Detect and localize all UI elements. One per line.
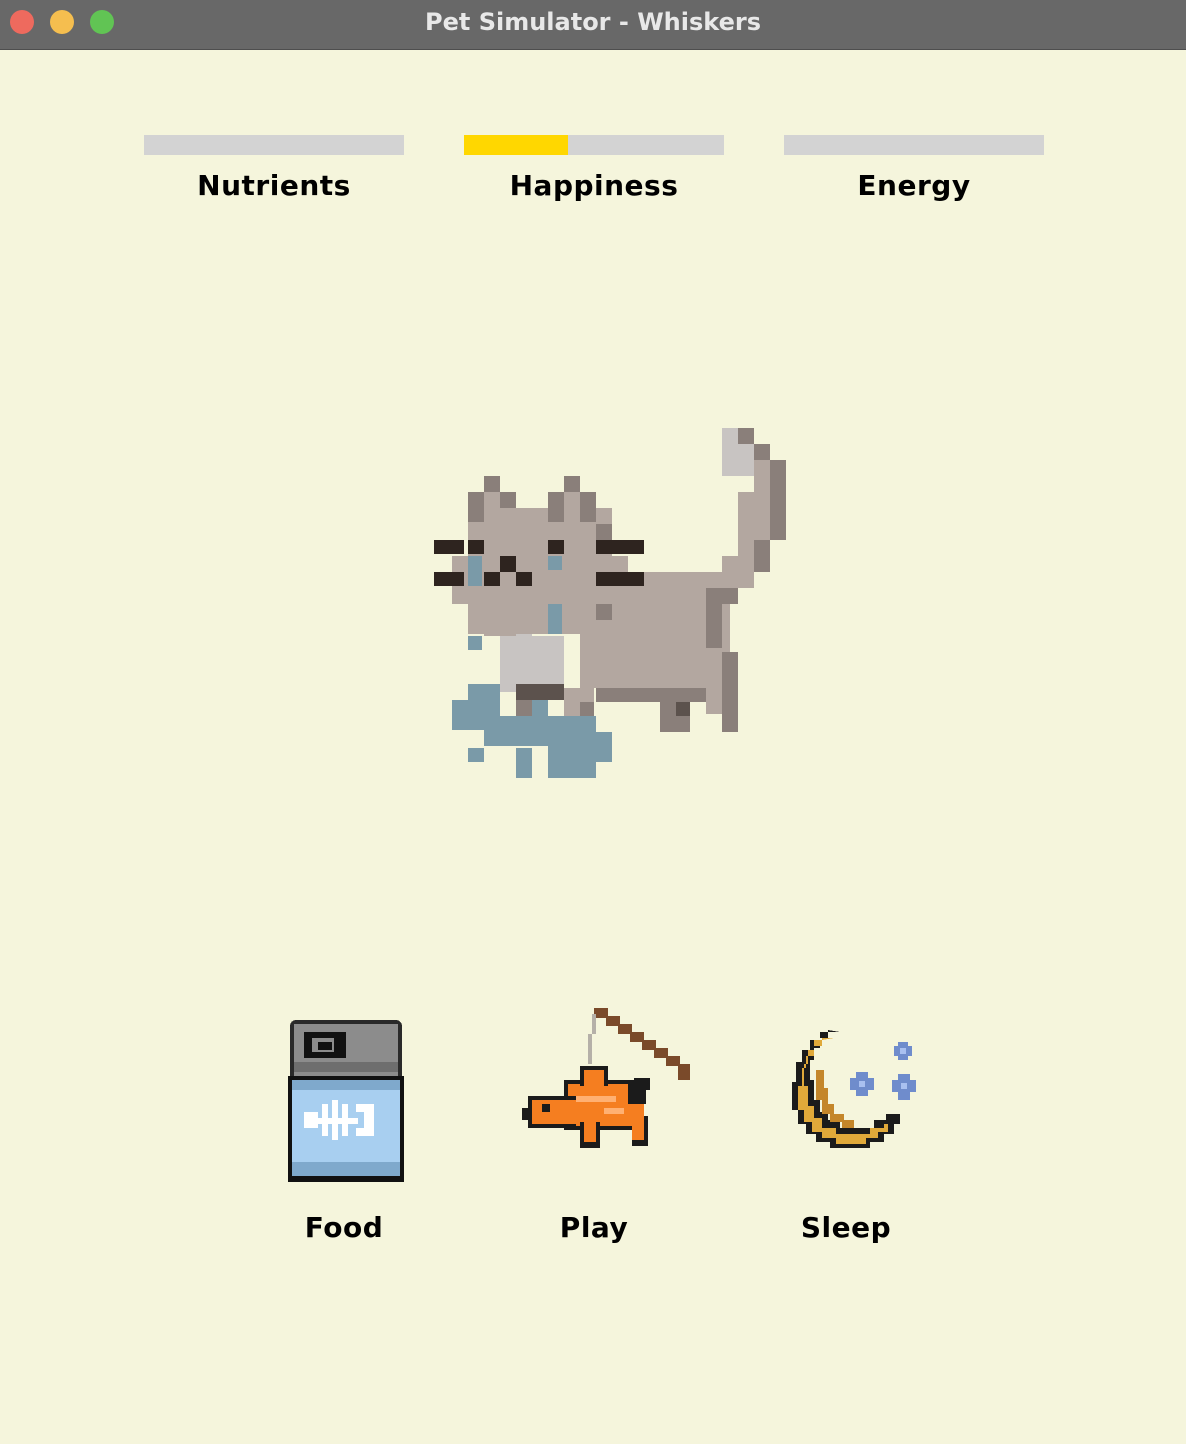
energy-bar [784, 135, 1044, 155]
stat-energy: Energy [784, 135, 1044, 202]
energy-label: Energy [857, 169, 971, 202]
title-bar: Pet Simulator - Whiskers [0, 0, 1186, 50]
food-button[interactable]: Food [234, 1000, 454, 1244]
stat-happiness: Happiness [464, 135, 724, 202]
fish-toy-icon [484, 1000, 704, 1185]
stat-nutrients: Nutrients [144, 135, 404, 202]
happiness-bar [464, 135, 724, 155]
crescent-moon-icon [736, 1000, 956, 1185]
sleep-label: Sleep [800, 1211, 892, 1244]
nutrients-bar [144, 135, 404, 155]
cat-food-can-icon [234, 1000, 454, 1185]
nutrients-label: Nutrients [197, 169, 351, 202]
window-title: Pet Simulator - Whiskers [425, 8, 761, 36]
happiness-bar-fill [464, 135, 568, 155]
crying-cat-sprite[interactable] [430, 426, 790, 790]
play-label: Play [559, 1211, 629, 1244]
play-button[interactable]: Play [484, 1000, 704, 1244]
food-label: Food [304, 1211, 384, 1244]
sleep-button[interactable]: Sleep [736, 1000, 956, 1244]
happiness-label: Happiness [509, 169, 679, 202]
